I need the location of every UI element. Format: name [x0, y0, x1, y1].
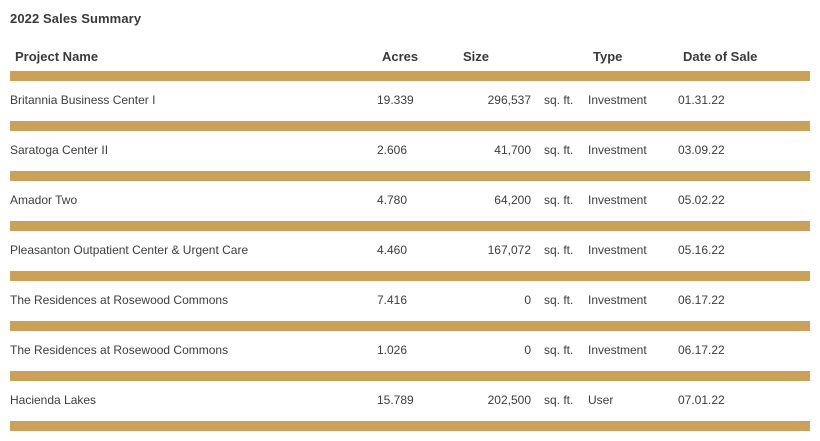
- row-divider: [10, 71, 810, 81]
- cell-acres: 15.789: [377, 393, 414, 407]
- cell-type: User: [588, 393, 614, 407]
- cell-project-name: Amador Two: [10, 193, 78, 207]
- cell-size: 202,500: [487, 393, 531, 407]
- cell-date-of-sale: 07.01.22: [678, 393, 725, 407]
- cell-size-unit: sq. ft.: [544, 393, 574, 407]
- cell-date-of-sale: 06.17.22: [678, 293, 725, 307]
- row-divider: [10, 421, 810, 431]
- cell-size-unit: sq. ft.: [544, 243, 574, 257]
- cell-type: Investment: [588, 143, 647, 157]
- cell-date-of-sale: 05.16.22: [678, 243, 725, 257]
- cell-type: Investment: [588, 293, 647, 307]
- table-row: Pleasanton Outpatient Center & Urgent Ca…: [0, 243, 820, 261]
- cell-acres: 4.780: [377, 193, 408, 207]
- row-divider: [10, 371, 810, 381]
- table-row: Hacienda Lakes 15.789 202,500 sq. ft. Us…: [0, 393, 820, 411]
- table-row: Saratoga Center II 2.606 41,700 sq. ft. …: [0, 143, 820, 161]
- cell-date-of-sale: 05.02.22: [678, 193, 725, 207]
- cell-size: 0: [524, 293, 531, 307]
- row-divider: [10, 271, 810, 281]
- cell-project-name: Saratoga Center II: [10, 143, 109, 157]
- cell-type: Investment: [588, 343, 647, 357]
- cell-date-of-sale: 03.09.22: [678, 143, 725, 157]
- cell-size: 0: [524, 343, 531, 357]
- cell-project-name: The Residences at Rosewood Commons: [10, 343, 229, 357]
- row-divider: [10, 321, 810, 331]
- cell-size: 167,072: [487, 243, 531, 257]
- cell-project-name: The Residences at Rosewood Commons: [10, 293, 229, 307]
- cell-type: Investment: [588, 243, 647, 257]
- column-header-size: Size: [463, 49, 490, 64]
- cell-acres: 7.416: [377, 293, 408, 307]
- column-header-project-name: Project Name: [15, 49, 99, 64]
- column-header-type: Type: [593, 49, 623, 64]
- table-row: The Residences at Rosewood Commons 1.026…: [0, 343, 820, 361]
- page-title: 2022 Sales Summary: [10, 11, 142, 26]
- cell-size-unit: sq. ft.: [544, 343, 574, 357]
- column-header-date-of-sale: Date of Sale: [683, 49, 758, 64]
- cell-project-name: Pleasanton Outpatient Center & Urgent Ca…: [10, 243, 249, 257]
- cell-acres: 4.460: [377, 243, 408, 257]
- cell-acres: 1.026: [377, 343, 408, 357]
- cell-project-name: Britannia Business Center I: [10, 93, 156, 107]
- cell-size: 41,700: [494, 143, 531, 157]
- row-divider: [10, 171, 810, 181]
- table-row: Britannia Business Center I 19.339 296,5…: [0, 93, 820, 111]
- table-header: Project Name Acres Size Type Date of Sal…: [0, 49, 820, 67]
- cell-size-unit: sq. ft.: [544, 193, 574, 207]
- cell-size-unit: sq. ft.: [544, 93, 574, 107]
- cell-type: Investment: [588, 193, 647, 207]
- column-header-acres: Acres: [382, 49, 419, 64]
- cell-acres: 19.339: [377, 93, 414, 107]
- cell-project-name: Hacienda Lakes: [10, 393, 97, 407]
- cell-size-unit: sq. ft.: [544, 143, 574, 157]
- table-row: Amador Two 4.780 64,200 sq. ft. Investme…: [0, 193, 820, 211]
- cell-size: 64,200: [494, 193, 531, 207]
- cell-size-unit: sq. ft.: [544, 293, 574, 307]
- table-row: The Residences at Rosewood Commons 7.416…: [0, 293, 820, 311]
- cell-type: Investment: [588, 93, 647, 107]
- cell-acres: 2.606: [377, 143, 408, 157]
- cell-size: 296,537: [487, 93, 531, 107]
- cell-date-of-sale: 01.31.22: [678, 93, 725, 107]
- row-divider: [10, 121, 810, 131]
- cell-date-of-sale: 06.17.22: [678, 343, 725, 357]
- row-divider: [10, 221, 810, 231]
